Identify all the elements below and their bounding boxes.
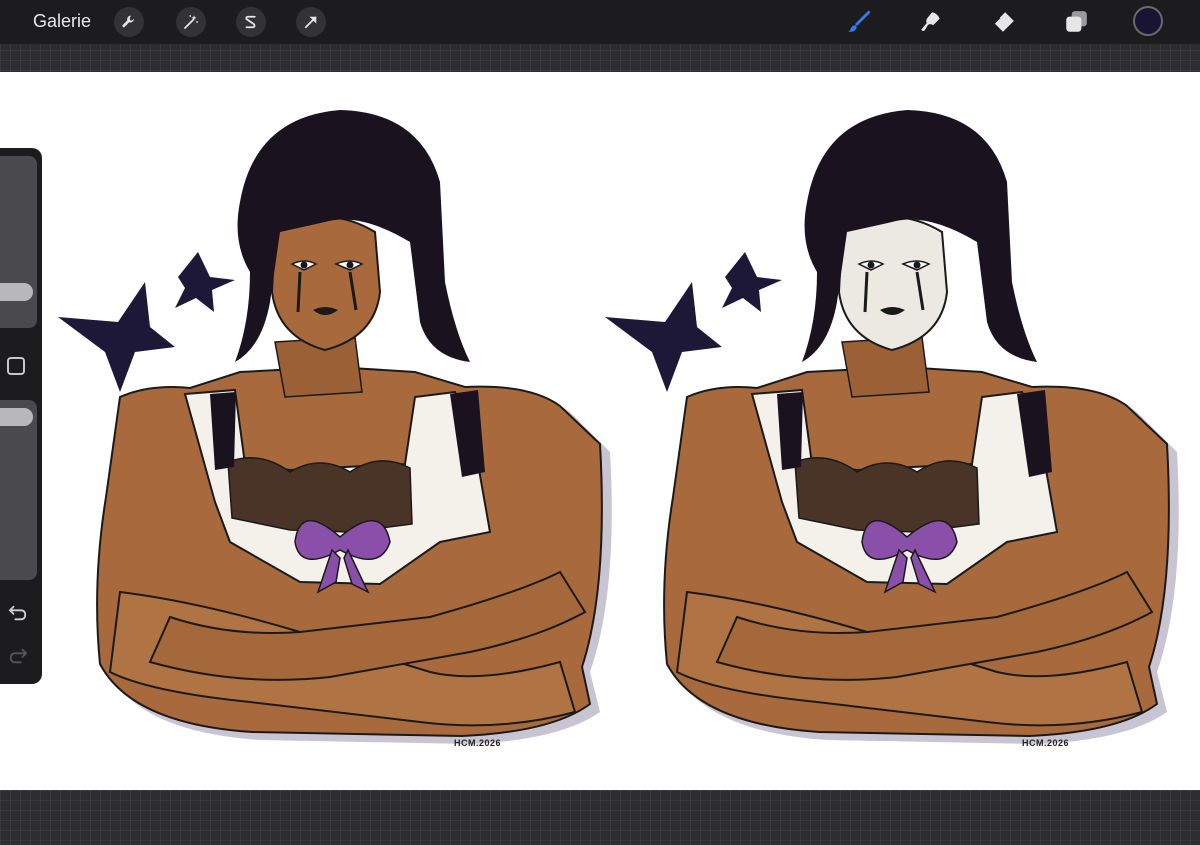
undo-icon: [8, 605, 27, 621]
layers-icon: [1066, 11, 1087, 32]
selection-button[interactable]: [236, 7, 266, 37]
artwork: [58, 110, 1179, 744]
undo-button[interactable]: [6, 603, 30, 623]
eraser-icon: [993, 12, 1014, 32]
redo-icon: [9, 648, 28, 664]
gallery-button[interactable]: Galerie: [33, 11, 91, 32]
drawing-canvas[interactable]: HCM.2026 HCM.2026: [0, 72, 1200, 790]
adjustments-button[interactable]: [176, 7, 206, 37]
actions-button[interactable]: [114, 7, 144, 37]
modify-button[interactable]: [7, 357, 25, 375]
brush-icon: [848, 10, 871, 32]
smudge-tool-button[interactable]: [915, 6, 947, 38]
eraser-tool-button[interactable]: [987, 6, 1019, 38]
brush-size-slider[interactable]: [0, 156, 37, 328]
opacity-slider[interactable]: [0, 400, 37, 580]
layers-button[interactable]: [1060, 6, 1092, 38]
signature-right: HCM.2026: [1022, 738, 1070, 748]
brush-tool-button[interactable]: [843, 6, 875, 38]
figure-left: [58, 110, 612, 744]
color-picker-swatch[interactable]: [1133, 6, 1163, 36]
redo-button[interactable]: [6, 646, 30, 666]
signature-left: HCM.2026: [454, 738, 502, 748]
opacity-thumb[interactable]: [0, 408, 33, 426]
arrow-cursor-icon: [304, 16, 317, 29]
smudge-icon: [921, 12, 940, 32]
magic-wand-icon: [184, 15, 198, 29]
transform-button[interactable]: [296, 7, 326, 37]
brush-sidebar: [0, 148, 42, 684]
top-toolbar: Galerie: [0, 0, 1200, 44]
selection-s-icon: [245, 15, 256, 29]
wrench-icon: [122, 15, 134, 28]
figure-right: [605, 110, 1179, 744]
brush-size-thumb[interactable]: [0, 283, 33, 301]
